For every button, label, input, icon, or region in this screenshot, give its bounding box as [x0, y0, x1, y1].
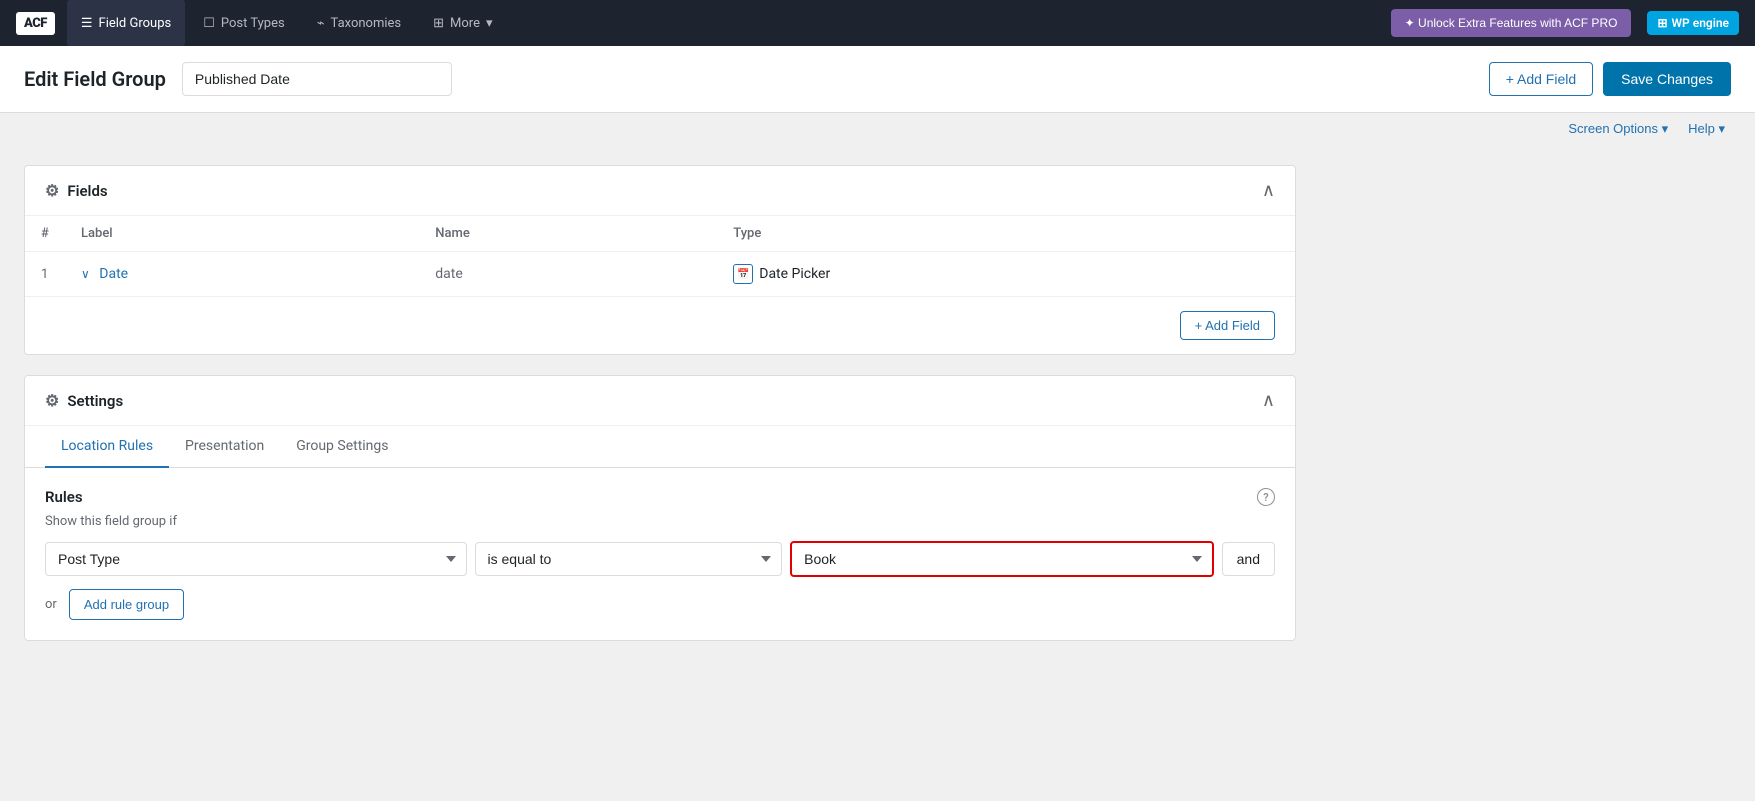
and-button[interactable]: and [1222, 542, 1275, 576]
wpengine-badge: ⊞ WP engine [1647, 11, 1739, 35]
add-rule-group-button[interactable]: Add rule group [69, 589, 184, 620]
fields-collapse-button[interactable]: ∧ [1262, 180, 1275, 201]
save-changes-button[interactable]: Save Changes [1603, 62, 1731, 96]
settings-tabs: Location Rules Presentation Group Settin… [25, 426, 1295, 468]
settings-gear-icon: ⚙ [45, 181, 59, 200]
wpengine-label: WP engine [1672, 16, 1729, 30]
field-group-name-input[interactable] [182, 62, 452, 96]
field-row-number: 1 [41, 267, 48, 282]
field-type-label: Date Picker [759, 266, 830, 282]
fields-table: # Label Name Type 1 ∨ Date date [25, 216, 1295, 297]
tag-icon: ⌁ [317, 16, 325, 31]
fields-card: ⚙ Fields ∧ # Label Name Type 1 [24, 165, 1296, 355]
document-icon: ☐ [203, 16, 215, 31]
or-row: or Add rule group [45, 589, 1275, 620]
expand-icon[interactable]: ∨ [81, 267, 90, 281]
main-content: ⚙ Fields ∧ # Label Name Type 1 [0, 145, 1320, 681]
settings-card-header: ⚙ Settings ∧ [25, 376, 1295, 426]
field-number: 1 [25, 252, 65, 297]
page-header: Edit Field Group + Add Field Save Change… [0, 46, 1755, 113]
settings-card: ⚙ Settings ∧ Location Rules Presentation… [24, 375, 1296, 641]
help-icon[interactable]: ? [1257, 488, 1275, 506]
rules-label: Rules ? [45, 488, 1275, 506]
settings-collapse-button[interactable]: ∧ [1262, 390, 1275, 411]
wpengine-icon: ⊞ [1657, 16, 1667, 30]
date-picker-icon: 📅 [733, 264, 753, 284]
unlock-acf-pro-button[interactable]: ✦ Unlock Extra Features with ACF PRO [1391, 9, 1632, 37]
add-field-button[interactable]: + Add Field [1489, 62, 1593, 96]
fields-card-header: ⚙ Fields ∧ [25, 166, 1295, 216]
chevron-down-icon: ▾ [486, 16, 493, 31]
settings-icon: ⚙ [45, 391, 59, 410]
acf-logo: ACF [16, 12, 55, 35]
field-label-link[interactable]: Date [99, 266, 128, 282]
nav-field-groups[interactable]: ☰ Field Groups [67, 0, 185, 46]
screen-options-bar: Screen Options ▾ Help ▾ [0, 113, 1755, 145]
top-navigation: ACF ☰ Field Groups ☐ Post Types ⌁ Taxono… [0, 0, 1755, 46]
header-actions: + Add Field Save Changes [1489, 62, 1731, 96]
rules-title: Rules [45, 488, 83, 506]
rule-row: Post Type is equal to Book and [45, 541, 1275, 577]
screen-options-button[interactable]: Screen Options ▾ [1562, 119, 1674, 139]
nav-taxonomies-label: Taxonomies [331, 16, 402, 31]
add-field-bottom: + Add Field [25, 297, 1295, 354]
field-type-wrapper: 📅 Date Picker [733, 264, 1279, 284]
table-row: 1 ∨ Date date 📅 Date Picker [25, 252, 1295, 297]
add-field-bottom-button[interactable]: + Add Field [1180, 311, 1275, 340]
nav-more[interactable]: ⊞ More ▾ [419, 0, 506, 46]
col-type: Type [717, 216, 1295, 252]
page-title: Edit Field Group [24, 67, 166, 91]
tab-location-rules[interactable]: Location Rules [45, 426, 169, 468]
fields-table-header-row: # Label Name Type [25, 216, 1295, 252]
list-icon: ☰ [81, 16, 93, 31]
col-name: Name [419, 216, 717, 252]
settings-title-label: Settings [67, 392, 123, 410]
field-type-cell: 📅 Date Picker [717, 252, 1295, 297]
settings-body: Rules ? Show this field group if Post Ty… [25, 468, 1295, 640]
nav-post-types-label: Post Types [221, 16, 285, 31]
rule-value-select[interactable]: Book [790, 541, 1214, 577]
col-label: Label [65, 216, 419, 252]
nav-field-groups-label: Field Groups [99, 16, 172, 31]
tab-presentation[interactable]: Presentation [169, 426, 280, 468]
fields-card-title: ⚙ Fields [45, 181, 108, 200]
settings-card-title: ⚙ Settings [45, 391, 123, 410]
nav-taxonomies[interactable]: ⌁ Taxonomies [303, 0, 415, 46]
col-number: # [25, 216, 65, 252]
nav-post-types[interactable]: ☐ Post Types [189, 0, 298, 46]
fields-title-label: Fields [67, 182, 107, 200]
rule-condition-select[interactable]: Post Type [45, 542, 467, 576]
nav-more-label: More [450, 16, 480, 31]
field-label-cell: ∨ Date [65, 252, 419, 297]
grid-icon: ⊞ [433, 16, 444, 31]
help-button[interactable]: Help ▾ [1682, 119, 1731, 139]
tab-group-settings[interactable]: Group Settings [280, 426, 404, 468]
field-name-cell: date [419, 252, 717, 297]
rule-operator-select[interactable]: is equal to [475, 542, 783, 576]
or-label: or [45, 597, 57, 612]
show-if-label: Show this field group if [45, 514, 1275, 529]
